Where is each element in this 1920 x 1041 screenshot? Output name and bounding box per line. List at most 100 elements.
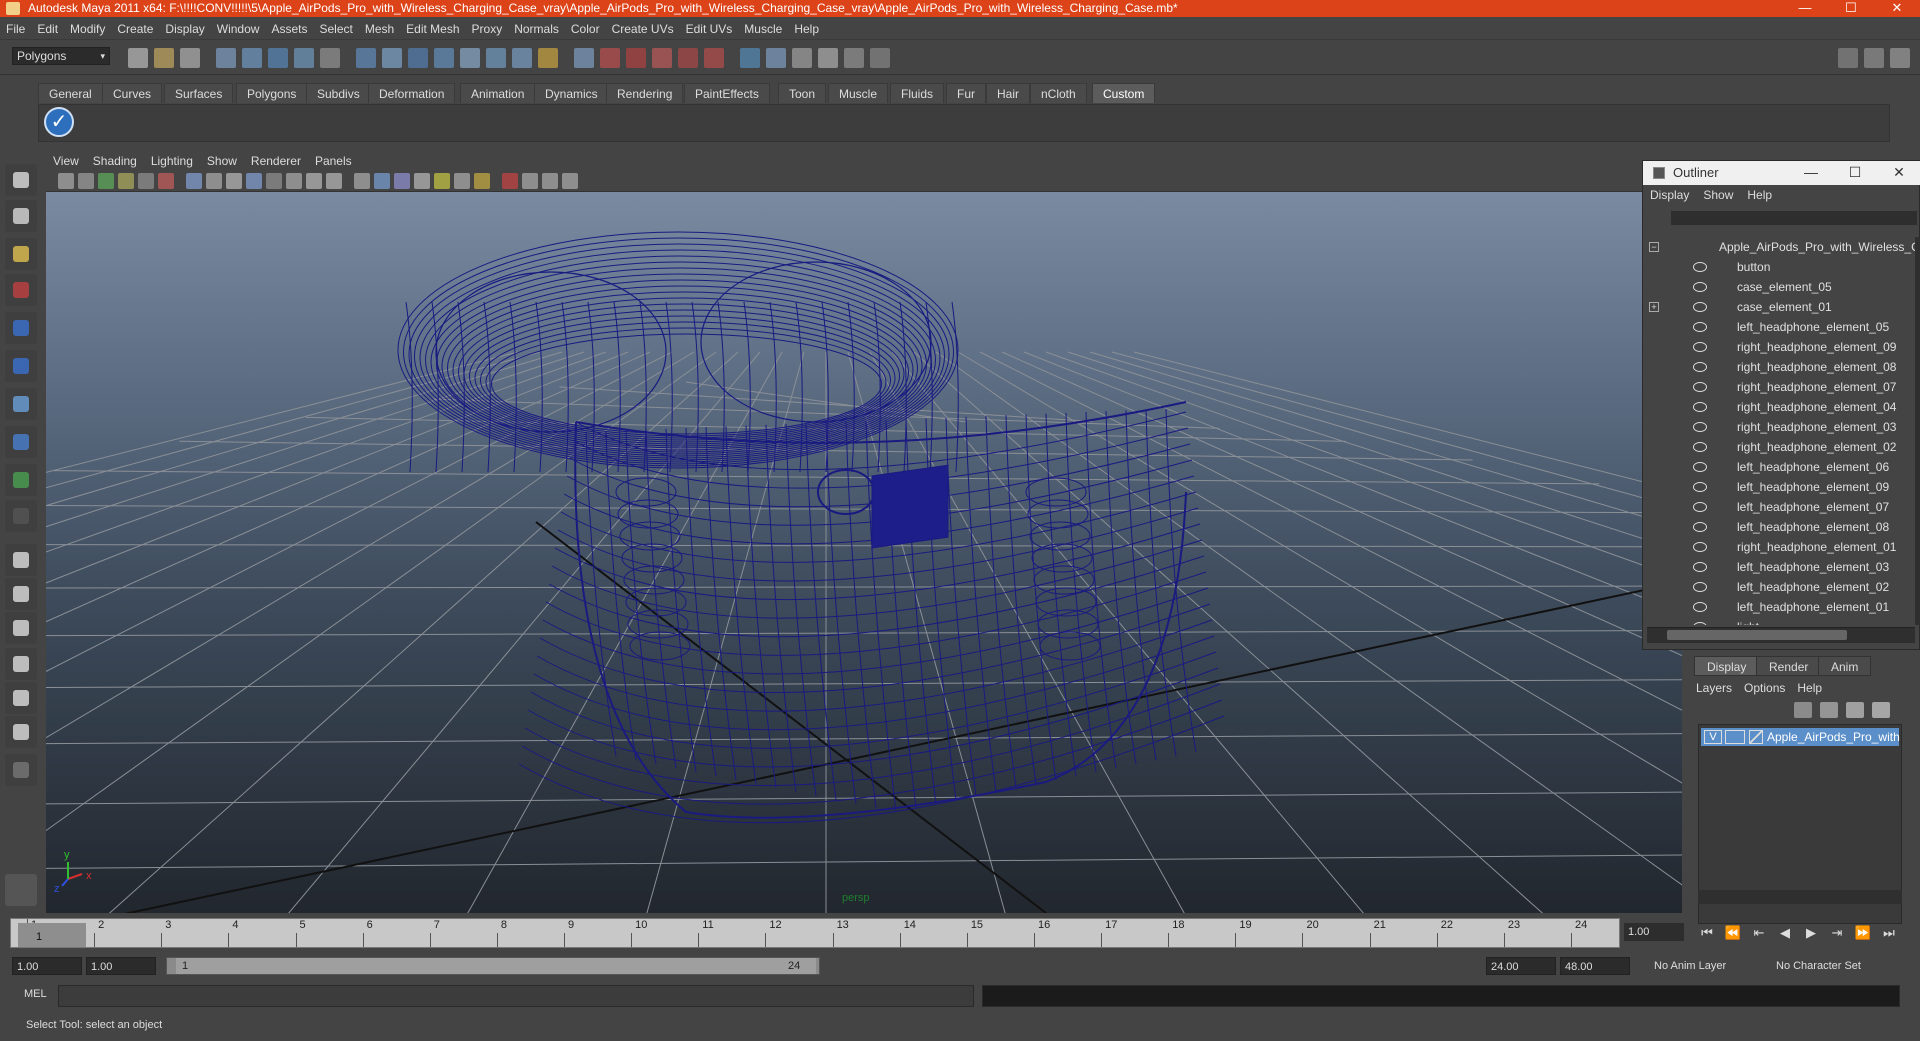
outliner-item[interactable]: right_headphone_element_04 bbox=[1643, 397, 1915, 417]
toolbox-tool-icon[interactable] bbox=[5, 682, 37, 714]
viewport-toolbar-icon[interactable] bbox=[78, 173, 94, 189]
expand-icon[interactable]: + bbox=[1649, 302, 1659, 312]
toolbox-tool-icon[interactable] bbox=[5, 388, 37, 420]
panel-layout-icon[interactable] bbox=[1890, 48, 1910, 68]
outliner-menu-display[interactable]: Display bbox=[1643, 185, 1696, 205]
toolbar-button-icon[interactable] bbox=[434, 48, 454, 68]
outliner-item[interactable]: right_headphone_element_01 bbox=[1643, 537, 1915, 557]
viewport-toolbar-icon[interactable] bbox=[118, 173, 134, 189]
outliner-item[interactable]: left_headphone_element_09 bbox=[1643, 477, 1915, 497]
time-slider[interactable]: 123456789101112131415161718192021222324 bbox=[10, 918, 1620, 948]
toolbar-button-icon[interactable] bbox=[678, 48, 698, 68]
toolbar-button-icon[interactable] bbox=[154, 48, 174, 68]
tab-painteffects[interactable]: PaintEffects bbox=[684, 83, 770, 103]
layer-row[interactable]: V Apple_AirPods_Pro_with bbox=[1701, 728, 1900, 746]
toolbar-button-icon[interactable] bbox=[870, 48, 890, 68]
viewport-menu-lighting[interactable]: Lighting bbox=[144, 152, 200, 170]
layer-tab-anim[interactable]: Anim bbox=[1818, 656, 1872, 676]
toolbar-button-icon[interactable] bbox=[242, 48, 262, 68]
tab-fluids[interactable]: Fluids bbox=[890, 83, 945, 103]
tab-muscle[interactable]: Muscle bbox=[828, 83, 889, 103]
go-to-end-icon[interactable]: ⏭ bbox=[1880, 924, 1898, 942]
layer-type-toggle[interactable] bbox=[1725, 730, 1745, 744]
outliner-scroll-thumb[interactable] bbox=[1667, 630, 1847, 640]
toolbar-button-icon[interactable] bbox=[180, 48, 200, 68]
tab-custom[interactable]: Custom bbox=[1092, 83, 1156, 103]
viewport-menu-renderer[interactable]: Renderer bbox=[244, 152, 308, 170]
menu-window[interactable]: Window bbox=[211, 18, 266, 40]
toolbox-tool-icon[interactable] bbox=[5, 716, 37, 748]
outliner-item[interactable]: − Apple_AirPods_Pro_with_Wireless_Char bbox=[1643, 237, 1915, 257]
tab-dynamics[interactable]: Dynamics bbox=[534, 83, 609, 103]
outliner-item[interactable]: left_headphone_element_01 bbox=[1643, 597, 1915, 617]
check-icon[interactable]: ✓ bbox=[44, 107, 74, 137]
outliner-item[interactable]: case_element_05 bbox=[1643, 277, 1915, 297]
viewport-toolbar-icon[interactable] bbox=[522, 173, 538, 189]
toolbar-button-icon[interactable] bbox=[704, 48, 724, 68]
viewport-toolbar-icon[interactable] bbox=[562, 173, 578, 189]
viewport-toolbar-icon[interactable] bbox=[414, 173, 430, 189]
toolbox-tool-icon[interactable] bbox=[5, 274, 37, 306]
viewport-toolbar-icon[interactable] bbox=[434, 173, 450, 189]
toolbox-tool-icon[interactable] bbox=[5, 578, 37, 610]
toolbar-button-icon[interactable] bbox=[460, 48, 480, 68]
viewport-toolbar-icon[interactable] bbox=[374, 173, 390, 189]
playback-start-field[interactable]: 1.00 bbox=[86, 957, 156, 975]
toolbar-button-icon[interactable] bbox=[574, 48, 594, 68]
menu-edit-mesh[interactable]: Edit Mesh bbox=[400, 18, 465, 40]
layer-menu-options[interactable]: Options bbox=[1738, 678, 1791, 698]
toolbar-button-icon[interactable] bbox=[652, 48, 672, 68]
menu-create[interactable]: Create bbox=[111, 18, 159, 40]
layer-action-icon[interactable] bbox=[1820, 702, 1838, 718]
outliner-minimize-button[interactable]: — bbox=[1789, 161, 1833, 185]
layer-color-swatch[interactable] bbox=[1749, 730, 1763, 744]
outliner-close-button[interactable]: ✕ bbox=[1877, 161, 1920, 185]
toolbox-tool-icon[interactable] bbox=[5, 426, 37, 458]
toolbox-tool-icon[interactable] bbox=[5, 464, 37, 496]
toolbox-tool-icon[interactable] bbox=[5, 350, 37, 382]
menu-modify[interactable]: Modify bbox=[64, 18, 111, 40]
outliner-item[interactable]: button bbox=[1643, 257, 1915, 277]
layer-menu-help[interactable]: Help bbox=[1791, 678, 1828, 698]
outliner-item[interactable]: left_headphone_element_06 bbox=[1643, 457, 1915, 477]
tab-general[interactable]: General bbox=[38, 83, 103, 103]
layer-scrollbar[interactable] bbox=[1698, 890, 1902, 904]
tab-curves[interactable]: Curves bbox=[102, 83, 163, 103]
menu-proxy[interactable]: Proxy bbox=[466, 18, 509, 40]
step-forward-key-icon[interactable]: ⏩ bbox=[1854, 924, 1872, 942]
tab-fur[interactable]: Fur bbox=[946, 83, 986, 103]
viewport-toolbar-icon[interactable] bbox=[454, 173, 470, 189]
outliner-item[interactable]: right_headphone_element_09 bbox=[1643, 337, 1915, 357]
minimize-button[interactable]: — bbox=[1782, 0, 1828, 17]
perspective-viewport[interactable]: x y z bbox=[46, 192, 1682, 913]
outliner-item[interactable]: right_headphone_element_03 bbox=[1643, 417, 1915, 437]
range-slider-handle[interactable] bbox=[176, 958, 816, 974]
tab-toon[interactable]: Toon bbox=[778, 83, 827, 103]
viewport-menu-view[interactable]: View bbox=[46, 152, 86, 170]
outliner-item[interactable]: right_headphone_element_08 bbox=[1643, 357, 1915, 377]
step-back-frame-icon[interactable]: ⇤ bbox=[1750, 924, 1768, 942]
toolbar-button-icon[interactable] bbox=[792, 48, 812, 68]
toolbar-button-icon[interactable] bbox=[128, 48, 148, 68]
outliner-menu-help[interactable]: Help bbox=[1740, 185, 1779, 205]
command-language-label[interactable]: MEL bbox=[24, 988, 47, 1000]
close-button[interactable]: ✕ bbox=[1874, 0, 1920, 17]
viewport-toolbar-icon[interactable] bbox=[138, 173, 154, 189]
viewport-toolbar-icon[interactable] bbox=[226, 173, 242, 189]
viewport-toolbar-icon[interactable] bbox=[246, 173, 262, 189]
menu-edit[interactable]: Edit bbox=[31, 18, 64, 40]
viewport-toolbar-icon[interactable] bbox=[326, 173, 342, 189]
go-to-start-icon[interactable]: ⏮ bbox=[1698, 924, 1716, 942]
toolbox-tool-icon[interactable] bbox=[5, 544, 37, 576]
tab-polygons[interactable]: Polygons bbox=[236, 83, 308, 103]
outliner-item[interactable]: right_headphone_element_02 bbox=[1643, 437, 1915, 457]
menu-display[interactable]: Display bbox=[159, 18, 210, 40]
menu-file[interactable]: File bbox=[0, 18, 31, 40]
toolbox-tool-icon[interactable] bbox=[5, 200, 37, 232]
menu-mesh[interactable]: Mesh bbox=[359, 18, 400, 40]
tab-animation[interactable]: Animation bbox=[460, 83, 536, 103]
toolbox-tool-icon[interactable] bbox=[5, 648, 37, 680]
viewport-toolbar-icon[interactable] bbox=[186, 173, 202, 189]
toolbar-button-icon[interactable] bbox=[268, 48, 288, 68]
viewport-toolbar-icon[interactable] bbox=[474, 173, 490, 189]
